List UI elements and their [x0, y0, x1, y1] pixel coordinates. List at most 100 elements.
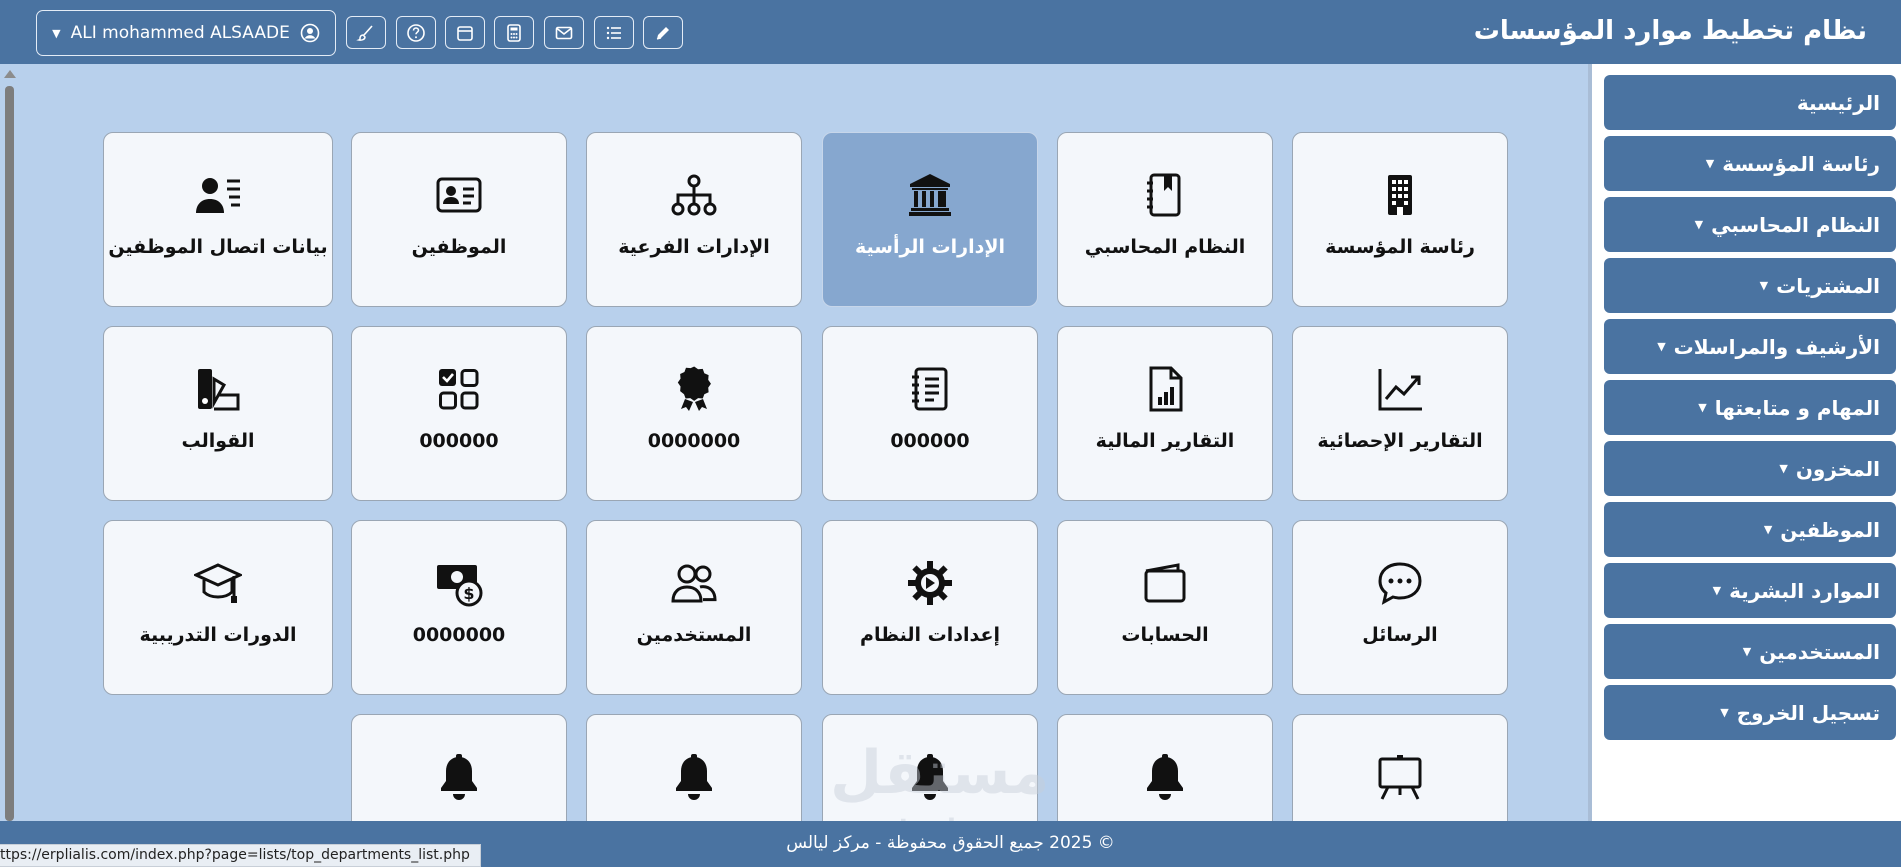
top-bar: نظام تخطيط موارد المؤسسات ▼ ALI mohammed…	[0, 0, 1901, 64]
sidebar-item-label: المهام و متابعتها	[1714, 395, 1880, 420]
help-tool-button[interactable]	[396, 16, 436, 49]
caret-down-icon: ▼	[1657, 340, 1666, 353]
tile-messages[interactable]: الرسائل	[1292, 520, 1508, 695]
caret-down-icon: ▼	[1763, 523, 1773, 536]
tile-statistical-reports[interactable]: التقارير الإحصائية	[1292, 326, 1508, 501]
sidebar: الرئيسية رئاسة المؤسسة ▼ النظام المحاسبي ▼…	[1588, 64, 1901, 821]
easel-board-icon	[1378, 755, 1422, 800]
tile-label: الموظفين	[411, 236, 507, 258]
tile-label: 000000	[419, 430, 499, 452]
contact-list-icon	[196, 178, 240, 213]
tile-notification[interactable]	[586, 714, 802, 821]
tile-label: الإدارات الفرعية	[618, 236, 770, 258]
tile-placeholder-checklist[interactable]: 000000	[351, 326, 567, 501]
brush-tool-button[interactable]	[346, 16, 386, 49]
tile-placeholder-notebook[interactable]: 000000	[822, 326, 1038, 501]
sidebar-item-purchases[interactable]: المشتريات ▼	[1604, 258, 1896, 313]
swatches-icon	[198, 369, 240, 411]
calculator-icon	[507, 23, 521, 42]
org-chart-icon	[671, 174, 717, 216]
building-icon	[1388, 175, 1412, 215]
app-title: نظام تخطيط موارد المؤسسات	[1473, 16, 1867, 46]
tile-vertical-departments[interactable]: الإدارات الرأسية	[822, 132, 1038, 307]
help-icon	[407, 23, 425, 42]
caret-down-icon: ▼	[52, 26, 61, 40]
tile-presentation[interactable]	[1292, 714, 1508, 821]
status-bar-url: ttps://erplialis.com/index.php?page=list…	[0, 844, 481, 867]
tile-accounts[interactable]: الحسابات	[1057, 520, 1273, 695]
tile-system-settings[interactable]: إعدادات النظام	[822, 520, 1038, 695]
checkbox-grid-icon	[439, 369, 479, 410]
ledger-book-icon	[1147, 173, 1181, 217]
institution-icon	[909, 174, 951, 216]
tile-label: 0000000	[412, 624, 506, 646]
tile-users[interactable]: المستخدمين	[586, 520, 802, 695]
sidebar-item-human-resources[interactable]: الموارد البشرية ▼	[1604, 563, 1896, 618]
bell-icon	[912, 754, 948, 800]
tile-employees[interactable]: الموظفين	[351, 132, 567, 307]
tile-employee-contacts[interactable]: بيانات اتصال الموظفين	[103, 132, 333, 307]
chat-bubble-icon	[1378, 562, 1422, 605]
line-chart-icon	[1378, 369, 1422, 411]
dashboard-grid: رئاسة المؤسسة النظام المحاسبي الإدارات ا…	[0, 64, 1588, 821]
sidebar-item-users[interactable]: المستخدمين ▼	[1604, 624, 1896, 679]
user-circle-icon	[300, 23, 320, 43]
bell-icon	[1147, 754, 1183, 800]
report-file-icon	[1149, 366, 1183, 412]
mail-tool-button[interactable]	[544, 16, 584, 49]
tile-notification[interactable]	[822, 714, 1038, 821]
scroll-up-arrow-icon[interactable]	[4, 70, 16, 78]
tile-label: إعدادات النظام	[860, 624, 1000, 646]
tile-placeholder-cash[interactable]: $ 0000000	[351, 520, 567, 695]
sidebar-item-employees[interactable]: الموظفين ▼	[1604, 502, 1896, 557]
sidebar-item-accounting[interactable]: النظام المحاسبي ▼	[1604, 197, 1896, 252]
calendar-tool-button[interactable]	[445, 16, 485, 49]
award-badge-icon	[677, 366, 711, 411]
tile-notification[interactable]	[351, 714, 567, 821]
list-tool-button[interactable]	[594, 16, 634, 49]
sidebar-item-label: الأرشيف والمراسلات	[1673, 334, 1880, 359]
bell-icon	[441, 754, 477, 800]
edit-tool-button[interactable]	[643, 16, 683, 49]
tile-templates[interactable]: القوالب	[103, 326, 333, 501]
tile-notification[interactable]	[1057, 714, 1273, 821]
page-scrollbar[interactable]	[0, 64, 20, 821]
sidebar-item-home[interactable]: الرئيسية	[1604, 75, 1896, 130]
tile-financial-reports[interactable]: التقارير المالية	[1057, 326, 1273, 501]
wallet-icon	[1144, 563, 1186, 603]
sidebar-item-tasks[interactable]: المهام و متابعتها ▼	[1604, 380, 1896, 435]
tile-label: الإدارات الرأسية	[854, 236, 1006, 258]
tile-label: رئاسة المؤسسة	[1325, 236, 1475, 258]
sidebar-item-institution-presidency[interactable]: رئاسة المؤسسة ▼	[1604, 136, 1896, 191]
list-icon	[606, 26, 621, 39]
tile-label: 0000000	[647, 430, 741, 452]
tile-accounting-system[interactable]: النظام المحاسبي	[1057, 132, 1273, 307]
id-card-icon	[436, 177, 482, 213]
caret-down-icon: ▼	[1694, 218, 1704, 231]
tile-label: بيانات اتصال الموظفين	[108, 236, 328, 258]
caret-down-icon: ▼	[1742, 645, 1752, 658]
tile-label: التقارير المالية	[1095, 430, 1235, 452]
tile-label: التقارير الإحصائية	[1317, 430, 1483, 452]
tile-training-courses[interactable]: الدورات التدريبية	[103, 520, 333, 695]
sidebar-item-label: الموارد البشرية	[1729, 578, 1880, 603]
caret-down-icon: ▼	[1712, 584, 1722, 597]
sidebar-item-inventory[interactable]: المخزون ▼	[1604, 441, 1896, 496]
sidebar-item-label: رئاسة المؤسسة	[1722, 151, 1880, 176]
sidebar-item-archive[interactable]: الأرشيف والمراسلات ▼	[1604, 319, 1896, 374]
user-name: ALI mohammed ALSAADE	[70, 23, 290, 43]
tile-institution-presidency[interactable]: رئاسة المؤسسة	[1292, 132, 1508, 307]
sidebar-item-label: الموظفين	[1780, 517, 1880, 542]
sidebar-item-label: المخزون	[1795, 456, 1880, 481]
caret-down-icon: ▼	[1705, 157, 1715, 170]
tile-sub-departments[interactable]: الإدارات الفرعية	[586, 132, 802, 307]
graduation-cap-icon	[194, 563, 242, 603]
scrollbar-thumb[interactable]	[5, 86, 14, 821]
user-menu-button[interactable]: ▼ ALI mohammed ALSAADE	[36, 10, 336, 56]
svg-text:$: $	[463, 584, 474, 603]
calculator-tool-button[interactable]	[494, 16, 534, 49]
tile-placeholder-award[interactable]: 0000000	[586, 326, 802, 501]
sidebar-item-logout[interactable]: تسجيل الخروج ▼	[1604, 685, 1896, 740]
sidebar-item-label: النظام المحاسبي	[1711, 212, 1880, 237]
caret-down-icon: ▼	[1779, 462, 1788, 475]
